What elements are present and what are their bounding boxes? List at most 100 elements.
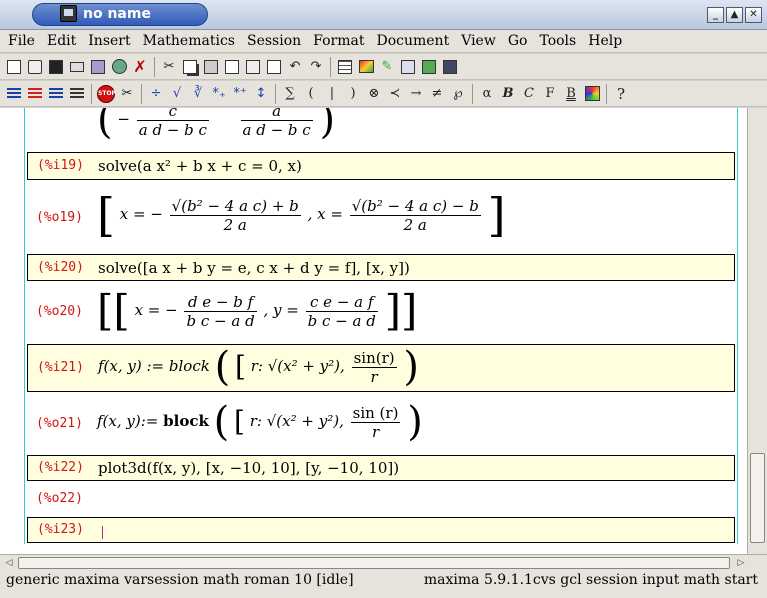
input-cell-i22[interactable]: (%i22) plot3d(f(x, y), [x, −10, 10], [y,…	[27, 455, 735, 481]
redo-icon[interactable]: ↷	[306, 57, 326, 77]
menu-document[interactable]: Document	[370, 30, 455, 52]
cell-label: (%i22)	[37, 460, 84, 475]
title-bar[interactable]: no name _ ▲ ✕	[0, 0, 767, 30]
undo-icon[interactable]: ↶	[285, 57, 305, 77]
app-icon[interactable]	[60, 5, 77, 22]
cut-cell-icon[interactable]: ✂	[117, 84, 137, 104]
sqrt-icon[interactable]: √	[167, 84, 187, 104]
session-icon[interactable]	[440, 57, 460, 77]
spell-check-icon[interactable]	[264, 57, 284, 77]
print-icon[interactable]	[67, 57, 87, 77]
cell-expression[interactable]: f(x, y) := block ( [ r: √(x² + y²), sin(…	[98, 347, 419, 387]
color-icon[interactable]	[582, 84, 602, 104]
input-cell-i20[interactable]: (%i20) solve([a x + b y = e, c x + d y =…	[27, 254, 735, 281]
bar-icon[interactable]: |	[322, 84, 342, 104]
stop-icon[interactable]: STOP	[96, 84, 116, 104]
new-document-icon[interactable]	[4, 57, 24, 77]
justify-icon[interactable]	[67, 84, 87, 104]
cell-label: (%i21)	[37, 360, 84, 375]
align-left-icon[interactable]	[4, 84, 24, 104]
prec-icon[interactable]: ≺	[385, 84, 405, 104]
menu-help[interactable]: Help	[582, 30, 628, 52]
cell-expression[interactable]: solve(a x² + b x + c = 0, x)	[98, 157, 302, 175]
open-icon[interactable]	[25, 57, 45, 77]
menu-insert[interactable]: Insert	[82, 30, 136, 52]
frame-icon[interactable]	[398, 57, 418, 77]
export-icon[interactable]	[88, 57, 108, 77]
otimes-icon[interactable]: ⊗	[364, 84, 384, 104]
blackboard-icon[interactable]: B	[561, 84, 581, 104]
cell-label: (%o20)	[36, 304, 83, 319]
table-icon[interactable]	[335, 57, 355, 77]
horizontal-scroll-thumb[interactable]	[18, 557, 730, 569]
status-left: generic maxima varsession math roman 10 …	[6, 572, 354, 588]
vertical-scrollbar[interactable]	[748, 108, 767, 554]
vertical-scroll-thumb[interactable]	[750, 453, 765, 543]
status-bar: generic maxima varsession math roman 10 …	[0, 571, 767, 598]
cell-label: (%i19)	[37, 158, 84, 173]
input-cell-i19[interactable]: (%i19) solve(a x² + b x + c = 0, x)	[27, 152, 735, 180]
scroll-right-icon[interactable]: ▷	[734, 556, 748, 570]
menu-view[interactable]: View	[455, 30, 502, 52]
cell-expression[interactable]: plot3d(f(x, y), [x, −10, 10], [y, −10, 1…	[98, 459, 399, 477]
output-cell-o21: (%o21) f(x, y):= block ( [ r: √(x² + y²)…	[36, 399, 423, 445]
output-cell-o22: (%o22)	[27, 486, 735, 512]
menu-session[interactable]: Session	[241, 30, 307, 52]
minus-sign: −	[117, 110, 130, 128]
cell-input-field[interactable]	[98, 522, 103, 540]
arrow-icon[interactable]: →	[406, 84, 426, 104]
output-cell-o18: ( − c a d − b c a a d − b c )	[27, 108, 735, 142]
neq-icon[interactable]: ≠	[427, 84, 447, 104]
paren-left-icon[interactable]: (	[301, 84, 321, 104]
image-icon[interactable]	[356, 57, 376, 77]
align-right-icon[interactable]	[46, 84, 66, 104]
cell-expression[interactable]: solve([a x + b y = e, c x + d y = f], [x…	[98, 259, 410, 277]
weierstrass-icon[interactable]: ℘	[448, 84, 468, 104]
cut-icon[interactable]: ✂	[159, 57, 179, 77]
replace-icon[interactable]	[243, 57, 263, 77]
save-icon[interactable]	[46, 57, 66, 77]
cell-label: (%i20)	[37, 260, 84, 275]
superscript-icon[interactable]: *⁺	[230, 84, 250, 104]
input-cell-i21[interactable]: (%i21) f(x, y) := block ( [ r: √(x² + y²…	[27, 344, 735, 392]
close-button[interactable]: ✕	[745, 7, 762, 23]
big-operator-icon[interactable]: ∑	[280, 84, 300, 104]
globe-icon[interactable]	[109, 57, 129, 77]
minimize-button[interactable]: _	[707, 7, 724, 23]
horizontal-scrollbar[interactable]: ◁ ▷	[0, 554, 767, 571]
menu-format[interactable]: Format	[307, 30, 370, 52]
calligraphic-icon[interactable]: C	[519, 84, 539, 104]
scroll-left-icon[interactable]: ◁	[2, 556, 16, 570]
menu-bar: File Edit Insert Mathematics Session For…	[0, 30, 767, 53]
maximize-button[interactable]: ▲	[726, 7, 743, 23]
greek-icon[interactable]: α	[477, 84, 497, 104]
menu-go[interactable]: Go	[502, 30, 534, 52]
plugin-icon[interactable]	[419, 57, 439, 77]
text-cursor	[102, 525, 103, 539]
nth-root-icon[interactable]: ∛	[188, 84, 208, 104]
paste-icon[interactable]	[201, 57, 221, 77]
menu-mathematics[interactable]: Mathematics	[137, 30, 241, 52]
fraction-icon[interactable]: ÷	[146, 84, 166, 104]
find-icon[interactable]	[222, 57, 242, 77]
help-icon[interactable]: ?	[611, 84, 631, 104]
cancel-icon[interactable]: ✗	[130, 57, 150, 77]
menu-edit[interactable]: Edit	[41, 30, 82, 52]
menu-tools[interactable]: Tools	[533, 30, 582, 52]
subscript-icon[interactable]: *₊	[209, 84, 229, 104]
above-below-icon[interactable]: ↕	[251, 84, 271, 104]
window-controls: _ ▲ ✕	[707, 7, 762, 23]
menu-file[interactable]: File	[2, 30, 41, 52]
input-cell-i23[interactable]: (%i23)	[27, 517, 735, 543]
status-right: maxima 5.9.1.1cvs gcl session input math…	[423, 572, 758, 588]
document-area[interactable]: ( − c a d − b c a a d − b c ) (%i19) sol…	[0, 108, 748, 554]
cell-label: (%o22)	[36, 491, 83, 506]
align-center-icon[interactable]	[25, 84, 45, 104]
window-title-pill[interactable]: no name	[32, 3, 208, 26]
paren-right-icon[interactable]: )	[343, 84, 363, 104]
fraktur-icon[interactable]: F	[540, 84, 560, 104]
draw-icon[interactable]: ✎	[377, 57, 397, 77]
copy-icon[interactable]	[180, 57, 200, 77]
bold-icon[interactable]: B	[498, 84, 518, 104]
output-cell-o20: (%o20) [[ x = − d e − b f b c − a d , y …	[36, 286, 418, 335]
